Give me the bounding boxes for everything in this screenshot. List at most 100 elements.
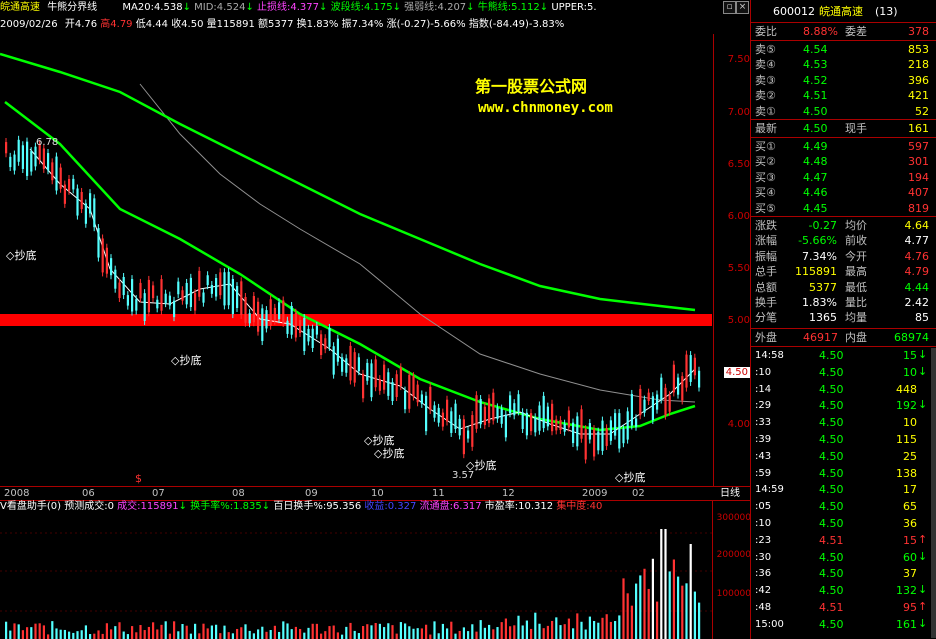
indicator-name[interactable]: 牛熊分界线 <box>47 2 97 13</box>
volume-bar-down <box>517 615 520 639</box>
sell-label: 卖① <box>755 104 776 118</box>
candle-down <box>336 338 339 362</box>
sell-volume: 218 <box>908 58 929 72</box>
volume-bar-up <box>42 625 45 639</box>
volume-bar-down <box>496 627 499 639</box>
candle-down <box>345 358 348 373</box>
volume-bar-up <box>366 624 369 639</box>
candle-down <box>677 377 680 395</box>
volume-bar-up <box>97 630 100 639</box>
tick-time: :36 <box>755 568 772 580</box>
candle-up <box>101 238 104 273</box>
ma20-value: MA20:4.538 <box>122 2 183 13</box>
tick-volume: 115 <box>896 433 917 446</box>
tick-time: :14 <box>755 383 772 395</box>
candle-down <box>21 145 24 169</box>
tick-price: 4.50 <box>819 416 844 430</box>
volume-tick: 200000 <box>716 550 751 560</box>
volume-bar-down <box>248 630 251 639</box>
volume-bar-down <box>559 625 562 639</box>
volume-title[interactable]: V看盘助手(0) <box>0 501 61 512</box>
buy-label: 买③ <box>755 170 776 184</box>
tick-time: :05 <box>755 501 772 513</box>
volume-bar-down <box>370 625 373 639</box>
volume-bar-up <box>542 628 545 639</box>
tick-volume: 10 <box>903 416 917 430</box>
volume-bar-up <box>198 633 201 639</box>
tick-row: :36 4.50 37 <box>751 566 936 581</box>
volume-bar-up <box>299 628 302 639</box>
candle-down <box>173 300 176 318</box>
tick-time: 15:00 <box>755 618 784 630</box>
candle-up <box>299 320 302 334</box>
tick-volume: 36 <box>903 517 917 530</box>
period-button[interactable]: 日线 <box>720 487 740 500</box>
sell-price: 4.53 <box>803 58 828 72</box>
volume-bar-up <box>143 630 146 639</box>
bar-amount: 额5377 <box>258 19 294 30</box>
candle-down <box>114 269 117 289</box>
chart-area[interactable]: 皖通高速 牛熊分界线 MA20:4.538↓ MID:4.524↓ 止损线:4.… <box>0 0 751 639</box>
strength-value: 强弱线:4.207 <box>404 2 467 13</box>
candle-up <box>349 345 352 381</box>
candle-up <box>672 364 675 393</box>
stat-value: 1.83% <box>802 296 837 309</box>
volume-bar-down <box>471 624 474 639</box>
volume-bar-down <box>618 615 621 639</box>
tick-row: 14:58 4.50 15 <box>751 348 936 363</box>
sell-price: 4.50 <box>803 104 828 118</box>
buy-price: 4.46 <box>803 186 828 200</box>
volume-bar-up <box>609 621 612 639</box>
volume-bar-down <box>639 575 642 639</box>
buy-level-2: 买② 4.48 301 <box>751 154 936 169</box>
price-tick: 5.00 <box>727 315 750 326</box>
tick-volume: 161 <box>896 617 917 631</box>
volume-bar-down <box>72 632 75 639</box>
candle-down <box>26 141 29 176</box>
stock-title: 皖通高速 <box>819 5 863 18</box>
candle-up <box>118 282 121 299</box>
volume-bar-down <box>437 633 440 639</box>
volume-tick: 100000 <box>716 589 751 599</box>
buy-signal-6: ◇抄底 <box>615 471 646 484</box>
sell-level-5: 卖⑤ 4.54 853 <box>751 42 936 57</box>
volume-bar-down <box>462 627 465 639</box>
restore-icon[interactable]: ▫ <box>723 1 736 14</box>
candle-down <box>626 411 629 440</box>
volume-bar-up <box>93 633 96 639</box>
candle-down <box>332 346 335 375</box>
close-icon[interactable]: × <box>736 1 749 14</box>
volume-bar-down <box>341 634 344 639</box>
sell-label: 卖② <box>755 89 776 103</box>
candle-down <box>597 431 600 451</box>
candle-down <box>97 228 100 258</box>
sell-level-3: 卖③ 4.52 396 <box>751 73 936 88</box>
candle-down <box>236 286 239 309</box>
volume-bar-up <box>336 632 339 639</box>
watermark-title: 第一股票公式网 <box>475 77 588 96</box>
tick-row: :48 4.51 95 <box>751 600 936 615</box>
candle-up <box>530 413 533 432</box>
candle-down <box>614 413 617 436</box>
candle-up <box>194 293 197 311</box>
bar-high: 高4.79 <box>100 19 133 30</box>
volume-bar-up <box>450 621 453 639</box>
volume-bar-up <box>26 627 29 639</box>
candle-up <box>240 281 243 315</box>
arrow-up-icon: ↑ <box>918 532 928 546</box>
volume-bar-up <box>563 624 566 639</box>
price-chart[interactable] <box>0 34 750 486</box>
volume-bar-up <box>324 631 327 639</box>
candle-down <box>500 408 503 424</box>
candle-down <box>635 418 638 427</box>
volume-chart[interactable] <box>0 513 712 639</box>
volume-bar-down <box>416 628 419 639</box>
tick-time: 14:58 <box>755 350 784 361</box>
candle-up <box>462 419 465 455</box>
candle-down <box>261 308 264 342</box>
tick-price: 4.50 <box>819 483 844 497</box>
volume-bar-down <box>555 617 558 639</box>
volume-bar-up <box>504 618 507 639</box>
candle-down <box>370 363 373 398</box>
candle-down <box>622 428 625 444</box>
